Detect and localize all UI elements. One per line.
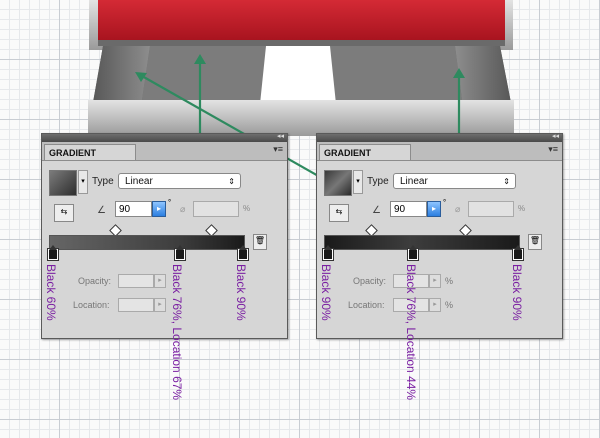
degree-symbol: °	[443, 198, 447, 207]
opacity-label: Opacity:	[78, 276, 112, 286]
reverse-gradient-icon[interactable]: ⇆	[54, 204, 74, 222]
aspect-ratio-icon: ⌀	[455, 204, 461, 214]
location-unit: %	[445, 300, 454, 310]
gradient-ramp[interactable]	[49, 235, 245, 250]
aspect-unit: %	[518, 204, 526, 213]
tab-gradient[interactable]: GRADIENT	[319, 144, 411, 160]
reverse-gradient-icon[interactable]: ⇆	[329, 204, 349, 222]
aspect-ratio-input[interactable]	[193, 201, 239, 217]
panel-menu-icon[interactable]: ▾≡	[273, 144, 283, 155]
angle-icon: ∠	[372, 205, 381, 216]
collapse-icon[interactable]: ◂◂	[552, 132, 559, 142]
type-select[interactable]: Linear ⇕	[393, 173, 516, 189]
type-select[interactable]: Linear ⇕	[118, 173, 241, 189]
location-label: Location:	[348, 300, 385, 310]
degree-symbol: °	[168, 198, 172, 207]
gradient-swatch[interactable]	[324, 170, 352, 196]
swatch-dropdown-icon[interactable]: ▾	[353, 170, 363, 194]
delete-stop-icon[interactable]: 🗑	[528, 234, 542, 250]
tab-gradient[interactable]: GRADIENT	[44, 144, 136, 160]
swatch-dropdown-icon[interactable]: ▾	[78, 170, 88, 194]
color-stop[interactable]	[323, 245, 333, 260]
aspect-ratio-input[interactable]	[468, 201, 514, 217]
angle-dropdown-button[interactable]: ▸	[427, 201, 441, 217]
opacity-label: Opacity:	[353, 276, 387, 286]
angle-dropdown-button[interactable]: ▸	[152, 201, 166, 217]
angle-input[interactable]: 90	[390, 201, 427, 217]
gradient-swatch[interactable]	[49, 170, 77, 196]
opacity-unit: %	[445, 276, 454, 286]
color-stop[interactable]	[513, 245, 523, 260]
type-label: Type	[367, 176, 389, 187]
color-stop[interactable]	[238, 245, 248, 260]
color-stop[interactable]	[175, 245, 185, 260]
panel-menu-icon[interactable]: ▾≡	[548, 144, 558, 155]
gradient-panel-right: ◂◂ GRADIENT ▾≡ ▾ Type Linear ⇕ ⇆ ∠ 90 ▸ °…	[316, 133, 563, 339]
type-label: Type	[92, 176, 114, 187]
gradient-panel-left: ◂◂ GRADIENT ▾≡ ▾ Type Linear ⇕ ⇆ ∠ 90 ▸ °…	[41, 133, 288, 339]
location-dropdown-button[interactable]: ▸	[429, 298, 441, 312]
red-screen	[98, 0, 505, 40]
stop-label-right-1: Black 90%	[319, 264, 333, 321]
location-label: Location:	[73, 300, 110, 310]
stop-label-right-2: Black 76%, Location 44%	[404, 264, 418, 401]
chevron-updown-icon: ⇕	[503, 177, 510, 186]
color-stop[interactable]	[408, 245, 418, 260]
device-body	[88, 0, 514, 136]
chevron-updown-icon: ⇕	[228, 177, 235, 186]
paper-slot	[260, 46, 336, 104]
delete-stop-icon[interactable]: 🗑	[253, 234, 267, 250]
color-stop[interactable]	[48, 245, 58, 260]
opacity-dropdown-button[interactable]: ▸	[429, 274, 441, 288]
gradient-ramp[interactable]	[324, 235, 520, 250]
location-dropdown-button[interactable]: ▸	[154, 298, 166, 312]
location-input[interactable]	[118, 298, 154, 312]
opacity-dropdown-button[interactable]: ▸	[154, 274, 166, 288]
aspect-unit: %	[243, 204, 251, 213]
opacity-input[interactable]	[118, 274, 154, 288]
angle-icon: ∠	[97, 205, 106, 216]
angle-input[interactable]: 90	[115, 201, 152, 217]
stop-label-right-3: Black 90%	[510, 264, 524, 321]
stop-label-left-1: Black 60%	[44, 264, 58, 321]
collapse-icon[interactable]: ◂◂	[277, 132, 284, 142]
stop-label-left-2: Black 76%, Location 67%	[170, 264, 184, 401]
aspect-ratio-icon: ⌀	[180, 204, 186, 214]
stop-label-left-3: Black 90%	[234, 264, 248, 321]
